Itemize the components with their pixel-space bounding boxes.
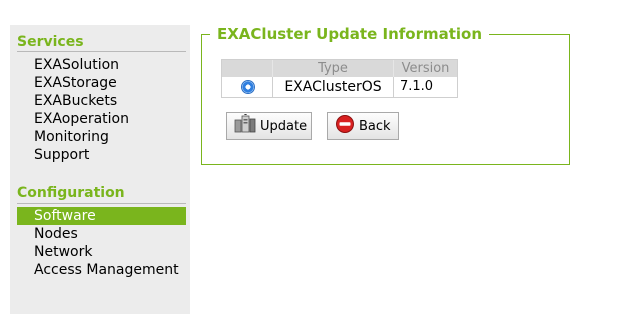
header-version: Version: [401, 61, 450, 76]
sidebar-item-software[interactable]: Software: [17, 207, 186, 225]
update-button-label: Update: [260, 118, 308, 134]
sidebar-item-support[interactable]: Support: [17, 146, 186, 164]
row-version: 7.1.0: [400, 79, 434, 94]
sidebar-item-exastorage[interactable]: EXAStorage: [17, 74, 186, 92]
table-row[interactable]: EXAClusterOS 7.1.0: [222, 77, 457, 97]
sidebar-item-exaoperation[interactable]: EXAoperation: [17, 110, 186, 128]
services-heading: Services: [17, 34, 84, 50]
configuration-divider: [17, 203, 186, 204]
update-table: Type Version EXAClusterOS 7.1.0: [221, 59, 458, 98]
sidebar: Services EXASolution EXAStorage EXABucke…: [10, 25, 190, 314]
sidebar-item-monitoring[interactable]: Monitoring: [17, 128, 186, 146]
sidebar-item-exasolution[interactable]: EXASolution: [17, 56, 186, 74]
select-radio[interactable]: [241, 80, 255, 94]
services-nav: EXASolution EXAStorage EXABuckets EXAope…: [17, 56, 186, 164]
no-entry-icon: [335, 114, 355, 138]
sidebar-item-access-management[interactable]: Access Management: [17, 261, 186, 279]
update-button[interactable]: Update: [226, 112, 312, 140]
sidebar-item-network[interactable]: Network: [17, 243, 186, 261]
back-button-label: Back: [359, 118, 391, 134]
row-type: EXAClusterOS: [273, 77, 394, 97]
server-update-icon: [234, 113, 256, 138]
configuration-heading: Configuration: [17, 185, 125, 201]
header-select: [222, 60, 273, 77]
back-button[interactable]: Back: [327, 112, 399, 140]
services-divider: [17, 51, 186, 52]
sidebar-item-exabuckets[interactable]: EXABuckets: [17, 92, 186, 110]
sidebar-item-nodes[interactable]: Nodes: [17, 225, 186, 243]
row-select-cell: [222, 77, 273, 97]
header-type: Type: [273, 60, 394, 77]
update-info-panel: [201, 34, 570, 165]
table-header: Type Version: [222, 60, 457, 77]
panel-title: EXACluster Update Information: [210, 25, 490, 43]
configuration-nav: Software Nodes Network Access Management: [17, 207, 186, 279]
